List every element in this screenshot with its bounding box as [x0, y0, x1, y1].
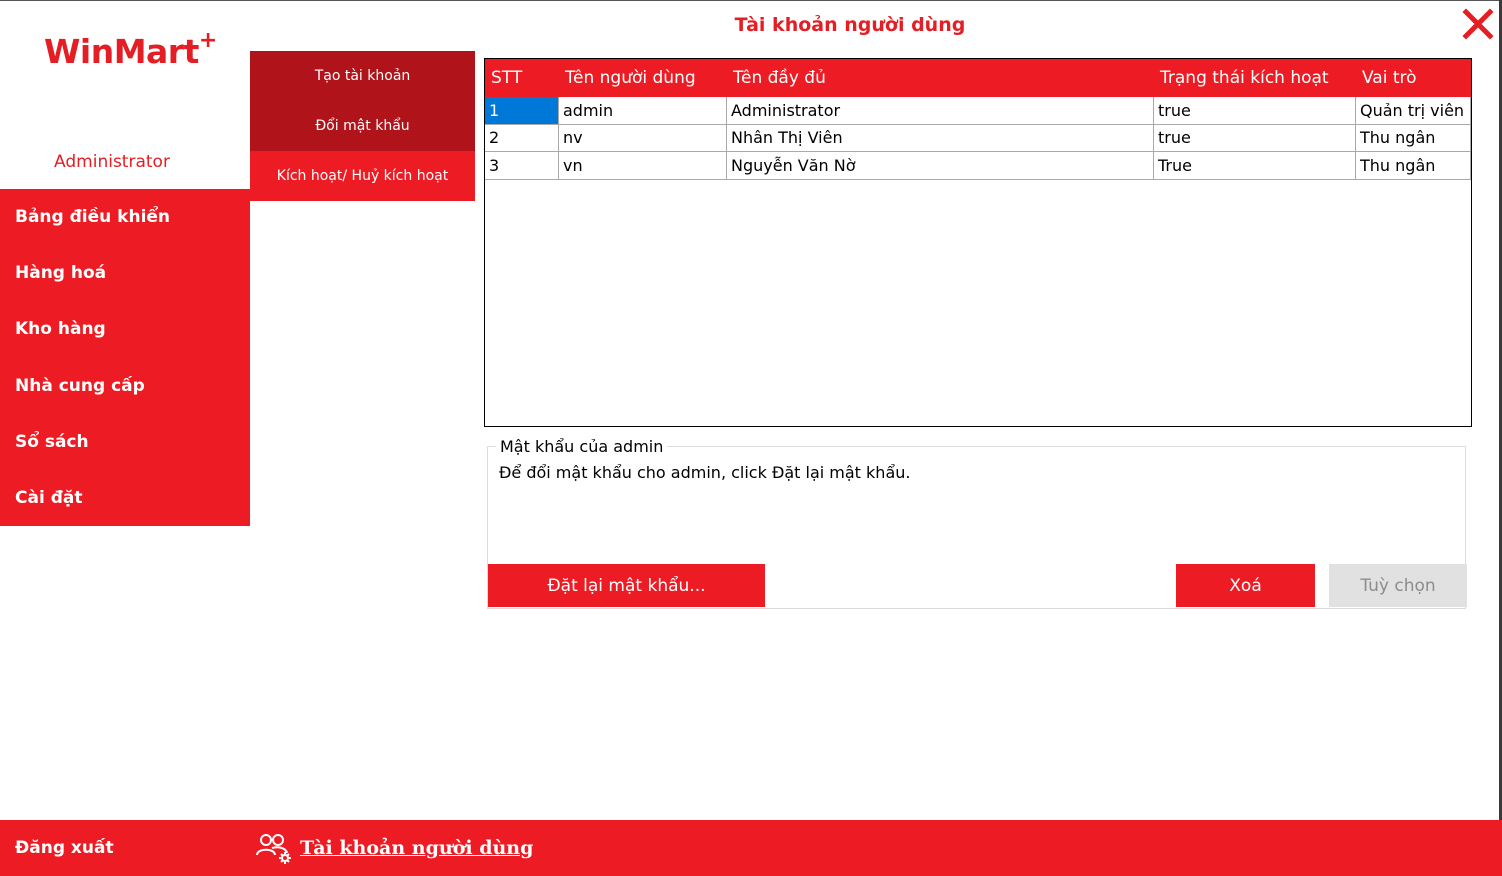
users-gear-icon — [256, 831, 294, 865]
logo-text: WinMart — [44, 32, 199, 71]
options-button[interactable]: Tuỳ chọn — [1329, 564, 1467, 607]
column-header-role[interactable]: Vai trò — [1356, 68, 1471, 88]
footer-bar: Đăng xuất Tài khoản người dùng — [0, 820, 1502, 876]
window-top-border — [0, 0, 1502, 1]
footer-section-label[interactable]: Tài khoản người dùng — [300, 837, 533, 859]
winmart-logo: WinMart+ — [44, 28, 217, 71]
table-row[interactable]: 1 admin Administrator true Quản trị viên — [485, 97, 1471, 125]
submenu-activate-deactivate[interactable]: Kích hoạt/ Huỷ kích hoạt — [250, 151, 475, 201]
password-group-legend: Mật khẩu của admin — [496, 437, 668, 456]
sidebar-item-dashboard[interactable]: Bảng điều khiển — [0, 189, 250, 245]
table-row[interactable]: 3 vn Nguyễn Văn Nờ True Thu ngân — [485, 152, 1471, 180]
submenu-change-password[interactable]: Đổi mật khẩu — [250, 101, 475, 151]
table-cell[interactable]: vn — [559, 152, 727, 180]
table-header: STT Tên người dùng Tên đầy đủ Trạng thái… — [485, 59, 1471, 97]
table-cell[interactable]: Thu ngân — [1356, 152, 1471, 180]
window-title: Tài khoản người dùng — [734, 14, 966, 36]
table-cell[interactable]: true — [1154, 97, 1356, 125]
close-icon[interactable] — [1460, 6, 1496, 42]
table-row[interactable]: 2 nv Nhân Thị Viên true Thu ngân — [485, 124, 1471, 152]
user-accounts-table[interactable]: STT Tên người dùng Tên đầy đủ Trạng thái… — [484, 58, 1472, 427]
account-submenu: Tạo tài khoản Đổi mật khẩu Kích hoạt/ Hu… — [250, 51, 475, 201]
column-header-fullname[interactable]: Tên đầy đủ — [727, 68, 1154, 88]
column-header-stt[interactable]: STT — [485, 68, 559, 88]
table-cell[interactable]: Administrator — [727, 97, 1154, 125]
logout-button[interactable]: Đăng xuất — [15, 820, 114, 876]
sidebar-item-ledger[interactable]: Sổ sách — [0, 414, 250, 470]
table-cell[interactable]: 3 — [485, 152, 559, 180]
sidebar-item-warehouse[interactable]: Kho hàng — [0, 301, 250, 357]
footer-section-link[interactable]: Tài khoản người dùng — [256, 820, 533, 876]
submenu-create-account[interactable]: Tạo tài khoản — [250, 51, 475, 101]
table-cell[interactable]: Nguyễn Văn Nờ — [727, 152, 1154, 180]
table-cell[interactable]: 2 — [485, 124, 559, 152]
table-cell[interactable]: True — [1154, 152, 1356, 180]
table-cell[interactable]: nv — [559, 124, 727, 152]
column-header-username[interactable]: Tên người dùng — [559, 68, 727, 88]
column-header-status[interactable]: Trạng thái kích hoạt — [1154, 68, 1356, 88]
table-cell[interactable]: 1 — [485, 97, 559, 125]
sidebar-item-settings[interactable]: Cài đặt — [0, 470, 250, 526]
table-cell[interactable]: Quản trị viên — [1356, 97, 1471, 125]
sidebar: Bảng điều khiển Hàng hoá Kho hàng Nhà cu… — [0, 189, 250, 526]
current-user-name: Administrator — [54, 152, 170, 172]
password-group-description: Để đổi mật khẩu cho admin, click Đặt lại… — [499, 463, 911, 482]
table-cell[interactable]: admin — [559, 97, 727, 125]
delete-button[interactable]: Xoá — [1176, 564, 1315, 607]
logo-plus: + — [198, 28, 217, 53]
sidebar-item-suppliers[interactable]: Nhà cung cấp — [0, 358, 250, 414]
table-cell[interactable]: Nhân Thị Viên — [727, 124, 1154, 152]
table-cell[interactable]: Thu ngân — [1356, 124, 1471, 152]
reset-password-button[interactable]: Đặt lại mật khẩu... — [488, 564, 765, 607]
sidebar-item-products[interactable]: Hàng hoá — [0, 245, 250, 301]
table-cell[interactable]: true — [1154, 124, 1356, 152]
